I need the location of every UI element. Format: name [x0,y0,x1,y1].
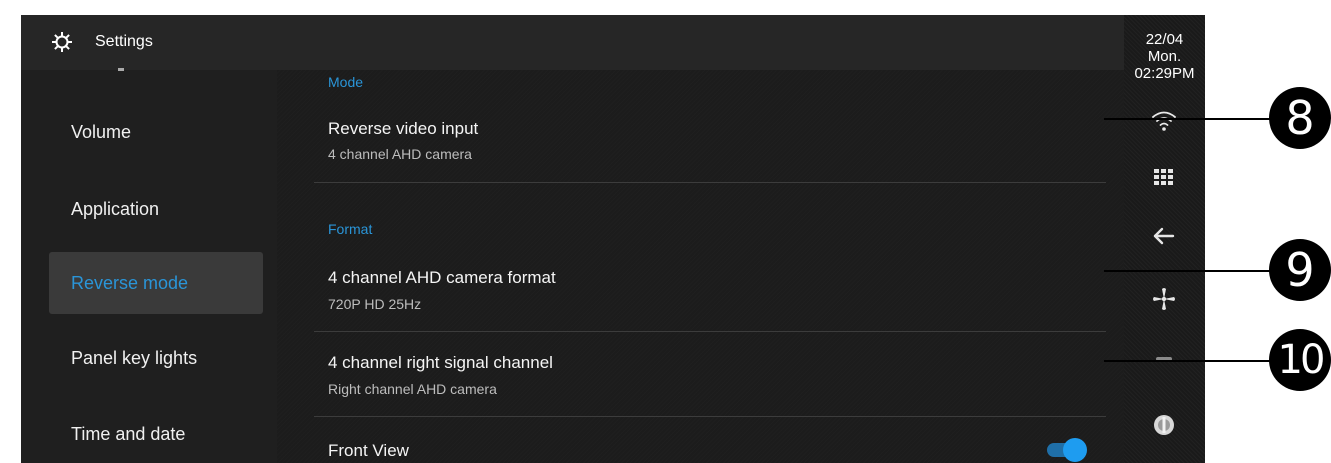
sidebar-item-partial [118,68,124,71]
status-panel: 22/04 Mon. 02:29PM [1124,15,1205,463]
callout-8-leader [1104,118,1274,120]
divider [314,182,1106,183]
clock-time: 02:29PM [1134,65,1195,82]
setting-subtitle: 720P HD 25Hz [328,296,422,312]
callout-10: 10 [1269,329,1331,391]
settings-content: Mode Reverse video input 4 channel AHD c… [277,70,1138,463]
clock: 22/04 Mon. 02:29PM [1124,31,1205,82]
callout-9-leader [1104,270,1274,272]
sidebar-item-volume[interactable]: Volume [49,101,263,163]
section-header-mode: Mode [328,74,364,90]
back-arrow-icon[interactable] [1150,222,1178,250]
callout-8: 8 [1269,87,1331,149]
setting-subtitle: 4 channel AHD camera [328,146,472,162]
sidebar-item-time-and-date[interactable]: Time and date [49,403,263,463]
divider [314,416,1106,417]
callout-9: 9 [1269,239,1331,301]
partial-icon[interactable] [1150,348,1178,376]
sidebar-item-panel-key-lights[interactable]: Panel key lights [49,327,263,389]
wifi-icon[interactable] [1150,107,1178,135]
sidebar-item-label: Volume [71,121,132,142]
setting-title: Reverse video input [328,119,479,138]
sidebar-item-reverse-mode[interactable]: Reverse mode [49,252,263,314]
sidebar-item-label: Time and date [71,423,186,444]
gear-icon[interactable] [51,31,73,53]
setting-subtitle: Right channel AHD camera [328,381,497,397]
steering-icon[interactable] [1150,411,1178,439]
section-header-format: Format [328,221,373,237]
apps-grid-icon[interactable] [1150,163,1178,191]
setting-title: Front View [328,441,409,460]
front-view-toggle[interactable] [1047,438,1087,462]
toggle-knob [1063,438,1087,462]
fan-icon[interactable] [1150,285,1178,313]
setting-title: 4 channel AHD camera format [328,268,556,287]
clock-day: Mon. [1147,48,1182,65]
divider [314,331,1106,332]
callout-10-leader [1104,360,1274,362]
page-title: Settings [95,33,153,50]
sidebar-item-application[interactable]: Application [49,178,263,240]
clock-date: 22/04 [1145,31,1184,48]
setting-title: 4 channel right signal channel [328,353,553,372]
sidebar-item-label: Application [71,198,160,219]
settings-screen: Settings Volume Application Reverse mode… [21,15,1138,463]
title-bar: Settings [21,15,1138,70]
sidebar-item-label: Reverse mode [71,272,189,293]
sidebar-item-label: Panel key lights [71,347,198,368]
settings-sidebar: Volume Application Reverse mode Panel ke… [21,68,277,463]
